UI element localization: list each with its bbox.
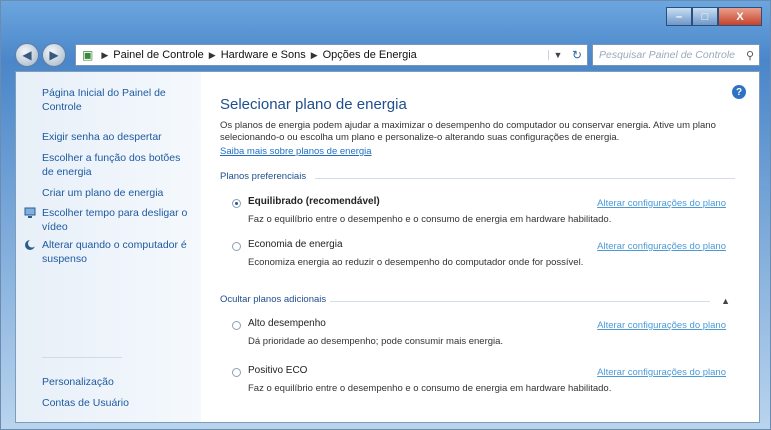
preferred-plans-label: Planos preferenciais (220, 171, 307, 182)
change-plan-link[interactable]: Alterar configurações do plano (597, 320, 726, 331)
address-dropdown-icon[interactable]: ▼ (548, 50, 567, 60)
navigation-bar: ◀ ▶ ▣ ▶ Painel de Controle ▶ Hardware e … (15, 41, 760, 69)
sidebar-item-power-buttons[interactable]: Escolher a função dos botões de energia (42, 151, 192, 179)
breadcrumb-chevron-icon: ▶ (101, 49, 109, 60)
control-panel-icon: ▣ (82, 48, 94, 62)
maximize-button[interactable]: □ (692, 7, 718, 26)
breadcrumb-power-options[interactable]: Opções de Energia (323, 49, 417, 61)
control-panel-window: – □ X ◀ ▶ ▣ ▶ Painel de Controle ▶ Hardw… (0, 0, 771, 430)
group-divider (330, 301, 710, 302)
close-button[interactable]: X (718, 7, 762, 26)
control-panel-home-link[interactable]: Página Inicial do Painel de Controle (42, 86, 192, 114)
plan-high-performance: Alto desempenho Alterar configurações do… (232, 318, 742, 350)
collapse-chevron-icon[interactable]: ▲ (721, 296, 730, 306)
sidebar-item-display-off[interactable]: Escolher tempo para desligar o vídeo (42, 206, 192, 234)
breadcrumb-hardware-sound[interactable]: Hardware e Sons (221, 49, 306, 61)
sidebar-item-require-password[interactable]: Exigir senha ao despertar (42, 130, 192, 144)
plan-name: Economia de energia (248, 239, 343, 250)
personalization-link[interactable]: Personalização (42, 375, 192, 389)
breadcrumb-chevron-icon: ▶ (208, 49, 216, 60)
back-arrow-icon: ◀ (22, 48, 32, 62)
search-input[interactable]: Pesquisar Painel de Controle ⚲ (592, 44, 760, 66)
change-plan-link[interactable]: Alterar configurações do plano (597, 198, 726, 209)
sidebar-item-sleep[interactable]: Alterar quando o computador é suspenso (42, 238, 192, 266)
minimize-button[interactable]: – (666, 7, 692, 26)
search-icon[interactable]: ⚲ (746, 49, 754, 62)
plan-description: Faz o equilíbrio entre o desempenho e o … (248, 214, 612, 225)
plan-radio[interactable] (232, 368, 241, 377)
address-bar[interactable]: ▣ ▶ Painel de Controle ▶ Hardware e Sons… (75, 44, 588, 66)
back-button[interactable]: ◀ (15, 43, 39, 67)
page-description: Os planos de energia podem ajudar a maxi… (220, 120, 716, 143)
monitor-icon (24, 207, 36, 218)
change-plan-link[interactable]: Alterar configurações do plano (597, 241, 726, 252)
forward-arrow-icon: ▶ (49, 48, 59, 62)
title-bar[interactable]: – □ X (1, 1, 770, 37)
plan-name: Alto desempenho (248, 318, 326, 329)
forward-button[interactable]: ▶ (42, 43, 66, 67)
see-also-divider (42, 357, 122, 358)
breadcrumb-chevron-icon: ▶ (310, 49, 318, 60)
content-pane: Página Inicial do Painel de Controle Exi… (15, 71, 760, 423)
moon-icon (25, 239, 36, 250)
refresh-icon[interactable]: ↻ (567, 48, 587, 62)
main-pane: ? Selecionar plano de energia Os planos … (220, 72, 748, 422)
plan-balanced: Equilibrado (recomendável) Alterar confi… (232, 196, 742, 228)
window-controls: – □ X (666, 7, 762, 26)
change-plan-link[interactable]: Alterar configurações do plano (597, 367, 726, 378)
plan-radio[interactable] (232, 199, 241, 208)
user-accounts-link[interactable]: Contas de Usuário (42, 396, 192, 410)
plan-name: Equilibrado (recomendável) (248, 196, 380, 207)
help-icon[interactable]: ? (732, 85, 746, 99)
plan-name: Positivo ECO (248, 365, 308, 376)
plan-description: Faz o equilíbrio entre o desempenho e o … (248, 383, 612, 394)
plan-radio[interactable] (232, 242, 241, 251)
search-placeholder: Pesquisar Painel de Controle (599, 49, 735, 61)
learn-more-link[interactable]: Saiba mais sobre planos de energia (220, 146, 372, 157)
plan-positivo-eco: Positivo ECO Alterar configurações do pl… (232, 365, 742, 397)
plan-description: Economiza energia ao reduzir o desempenh… (248, 257, 584, 268)
left-pane: Página Inicial do Painel de Controle Exi… (16, 72, 201, 422)
breadcrumb-control-panel[interactable]: Painel de Controle (113, 49, 204, 61)
plan-radio[interactable] (232, 321, 241, 330)
group-divider (315, 178, 735, 179)
sidebar-item-create-plan[interactable]: Criar um plano de energia (42, 186, 192, 200)
plan-description: Dá prioridade ao desempenho; pode consum… (248, 336, 504, 347)
plan-power-saver: Economia de energia Alterar configuraçõe… (232, 239, 742, 271)
hidden-plans-label[interactable]: Ocultar planos adicionais (220, 294, 326, 305)
page-title: Selecionar plano de energia (220, 96, 407, 113)
